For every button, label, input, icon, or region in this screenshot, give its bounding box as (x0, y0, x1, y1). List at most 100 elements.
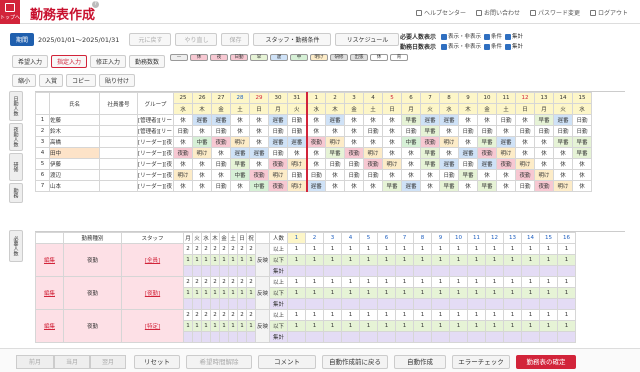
shift-cell[interactable]: 休 (534, 136, 554, 148)
edit-button[interactable]: 縮小 (12, 74, 37, 87)
shift-cell[interactable]: 休 (230, 180, 250, 192)
shift-cell[interactable]: 休 (401, 158, 421, 170)
shift-cell[interactable]: 休 (249, 158, 269, 170)
shift-cell[interactable]: 休 (477, 169, 497, 181)
condition-checkbox[interactable] (484, 33, 491, 40)
shift-cell[interactable]: 中番 (230, 169, 250, 181)
shift-cell[interactable]: 早番 (477, 180, 497, 192)
shift-cell[interactable]: 遅番 (496, 136, 516, 148)
shift-cell[interactable]: 休 (305, 125, 326, 137)
shift-cell[interactable]: 休 (192, 125, 212, 137)
shift-cell[interactable]: 休 (496, 169, 516, 181)
shift-cell[interactable]: 遅番 (458, 147, 478, 159)
shift-cell[interactable]: 夜勤 (173, 147, 193, 159)
shift-cell[interactable]: 日勤 (287, 169, 307, 181)
shift-cell[interactable]: 夜勤 (211, 136, 231, 148)
shift-cell[interactable]: 休 (572, 169, 592, 181)
edit-link[interactable]: 編集 (35, 309, 64, 343)
shift-cell[interactable]: 夜勤 (496, 158, 516, 170)
shift-cell[interactable]: 中番 (192, 136, 212, 148)
shift-cell[interactable]: 休 (515, 114, 535, 126)
help-icon[interactable]: ? (92, 1, 99, 8)
shift-cell[interactable]: 休 (553, 169, 573, 181)
shift-cell[interactable]: 休 (496, 125, 516, 137)
condition2-checkbox[interactable] (484, 43, 491, 50)
shift-cell[interactable]: 早番 (420, 147, 440, 159)
shift-cell[interactable]: 休 (344, 180, 364, 192)
shift-cell[interactable]: 休 (230, 114, 250, 126)
error-check-button[interactable]: エラーチェック (452, 355, 510, 369)
shift-cell[interactable]: 遅番 (268, 114, 288, 126)
shift-cell[interactable]: 遅番 (401, 180, 421, 192)
shift-cell[interactable]: 休 (420, 180, 440, 192)
shift-cell[interactable]: 休 (572, 158, 592, 170)
shift-cell[interactable]: 休 (401, 147, 421, 159)
shift-cell[interactable]: 休 (382, 114, 402, 126)
staff-name[interactable]: 田中 (49, 147, 100, 159)
shift-cell[interactable]: 休 (496, 180, 516, 192)
shift-cell[interactable]: 明け (382, 158, 402, 170)
staff-name[interactable]: 佐藤 (49, 114, 100, 126)
shift-cell[interactable]: 早番 (572, 136, 592, 148)
side-tab-night[interactable]: 夜勤人数 (9, 123, 23, 151)
show2-checkbox[interactable] (441, 43, 447, 50)
shift-cell[interactable]: 休 (363, 114, 383, 126)
shift-cell[interactable]: 休 (534, 147, 554, 159)
shift-cell[interactable]: 日勤 (553, 125, 573, 137)
shift-cell[interactable]: 休 (382, 136, 402, 148)
edit-button[interactable]: 入賞 (39, 74, 64, 87)
shift-cell[interactable]: 中番 (249, 180, 269, 192)
shift-cell[interactable]: 遅番 (230, 147, 250, 159)
shift-cell[interactable]: 遅番 (268, 136, 288, 148)
shift-cell[interactable]: 休 (249, 114, 269, 126)
redo-button[interactable]: やり直し (175, 32, 218, 46)
shift-cell[interactable]: 休 (305, 147, 326, 159)
shift-cell[interactable]: 日勤 (439, 169, 459, 181)
next-month-button[interactable]: 翌月 (90, 355, 126, 369)
shift-cell[interactable]: 休 (305, 158, 326, 170)
shift-cell[interactable]: 遅番 (305, 180, 326, 192)
shift-cell[interactable]: 日勤 (287, 125, 307, 137)
shift-cell[interactable]: 休 (363, 136, 383, 148)
shift-cell[interactable]: 明け (287, 158, 307, 170)
shift-cell[interactable]: 休 (401, 169, 421, 181)
reset-button[interactable]: リセット (134, 355, 180, 369)
shift-cell[interactable]: 夜勤 (268, 158, 288, 170)
release-button[interactable]: 希望時間解除 (186, 355, 252, 369)
shift-cell[interactable]: 休 (173, 158, 193, 170)
shift-cell[interactable]: 休 (477, 114, 497, 126)
shift-cell[interactable]: 休 (344, 114, 364, 126)
undo-button[interactable]: 元に戻す (129, 32, 172, 46)
shift-cell[interactable]: 日勤 (344, 169, 364, 181)
shift-cell[interactable]: 日勤 (305, 169, 326, 181)
shift-cell[interactable]: 日勤 (572, 125, 592, 137)
shift-cell[interactable]: 日勤 (572, 114, 592, 126)
shift-cell[interactable]: 休 (173, 136, 193, 148)
shift-cell[interactable]: 休 (534, 158, 554, 170)
shift-cell[interactable]: 明け (325, 136, 345, 148)
shift-cell[interactable]: 休 (458, 180, 478, 192)
shift-cell[interactable]: 明け (515, 158, 535, 170)
shift-cell[interactable]: 明け (268, 169, 288, 181)
shift-cell[interactable]: 休 (420, 169, 440, 181)
reschedule-button[interactable]: リスケジュール (335, 32, 400, 46)
staff-name[interactable]: 鈴木 (49, 125, 100, 137)
password-link[interactable]: パスワード変更 (529, 8, 580, 17)
prev-month-button[interactable]: 前月 (16, 355, 54, 369)
shift-cell[interactable]: 日勤 (287, 114, 307, 126)
shift-cell[interactable]: 明け (287, 180, 307, 192)
shift-cell[interactable]: 休 (344, 125, 364, 137)
shift-cell[interactable]: 休 (325, 125, 345, 137)
shift-cell[interactable]: 休 (325, 180, 345, 192)
shift-cell[interactable]: 遅番 (249, 147, 269, 159)
shift-cell[interactable]: 夜勤 (515, 169, 535, 181)
side-tab-day[interactable]: 日勤人数 (9, 91, 23, 121)
shift-cell[interactable]: 日勤 (458, 125, 478, 137)
shift-cell[interactable]: 休 (173, 114, 193, 126)
shift-cell[interactable]: 日勤 (211, 180, 231, 192)
shift-cell[interactable]: 遅番 (192, 114, 212, 126)
shift-cell[interactable]: 休 (305, 114, 326, 126)
shift-cell[interactable]: 日勤 (211, 158, 231, 170)
shift-cell[interactable]: 早番 (401, 114, 421, 126)
shift-cell[interactable]: 明け (534, 169, 554, 181)
